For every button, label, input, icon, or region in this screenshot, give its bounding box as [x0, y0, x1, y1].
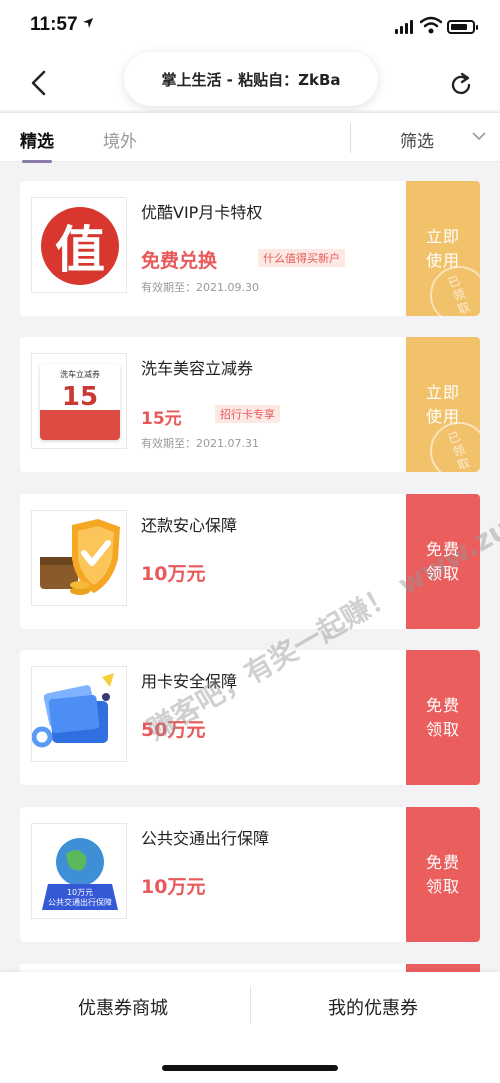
bottom-divider — [250, 986, 251, 1024]
nav-bar: 掌上生活 - 粘贴自：ZkBa — [0, 52, 500, 110]
coupon-tag: 招行卡专享 — [215, 405, 280, 423]
coupon-validity: 有效期至：2021.07.31 — [141, 437, 259, 450]
coupon-card[interactable]: 10万元 公共交通出行保障 公共交通出行保障 10万元 免费领取 — [20, 807, 480, 942]
claim-free-label: 免费领取 — [425, 852, 460, 896]
coupon-title: 还款安心保障 — [141, 516, 238, 535]
coupon-price: 15元 — [141, 409, 182, 429]
coupon-title: 优酷VIP月卡特权 — [141, 203, 263, 222]
card-security-icon — [32, 673, 114, 748]
chevron-down-icon[interactable] — [472, 131, 486, 141]
coupon-price: 免费兑换 — [141, 250, 218, 272]
status-bar: 11:57 — [0, 0, 500, 52]
coupon-card[interactable]: 洗车立减券 15 洗车美容立减券 15元 招行卡专享 有效期至：2021.07.… — [20, 337, 480, 472]
claim-free-button[interactable]: 免费领取 — [402, 494, 480, 629]
coupon-mall-tab[interactable]: 优惠券商城 — [78, 994, 168, 1020]
coupon-card[interactable]: 用卡安全保障 50万元 免费领取 — [20, 650, 480, 785]
back-chevron-icon[interactable] — [28, 70, 50, 96]
location-arrow-icon — [83, 18, 93, 28]
home-indicator — [162, 1065, 338, 1071]
coupon-thumbnail: 值 — [31, 197, 127, 293]
claim-free-button[interactable]: 免费领取 — [402, 650, 480, 785]
coupon-price: 50万元 — [141, 719, 206, 741]
refresh-icon[interactable] — [448, 72, 474, 98]
use-now-label: 立即使用 — [425, 382, 460, 426]
shield-chest-icon — [40, 519, 120, 595]
coupon-validity: 有效期至：2021.09.30 — [141, 281, 259, 294]
use-now-button[interactable]: 立即使用 已领取 — [402, 337, 480, 472]
battery-icon — [447, 20, 478, 34]
tab-overseas[interactable]: 境外 — [103, 127, 137, 152]
coupon-title: 用卡安全保障 — [141, 672, 238, 691]
coupon-price: 10万元 — [141, 876, 206, 898]
coupon-thumbnail: 洗车立减券 15 — [31, 353, 127, 449]
bottom-bar: 优惠券商城 我的优惠券 — [0, 972, 500, 1083]
claimed-stamp: 已领取 — [430, 422, 480, 472]
use-now-label: 立即使用 — [425, 226, 460, 270]
coupon-tag: 什么值得买新户 — [258, 249, 345, 267]
coupon-thumbnail: 10万元 公共交通出行保障 — [31, 823, 127, 919]
wifi-icon — [420, 16, 442, 34]
category-tabs: 精选 境外 筛选 — [0, 112, 500, 163]
car-wash-voucher-image: 洗车立减券 15 — [40, 364, 120, 440]
coupon-card[interactable]: 值 优酷VIP月卡特权 免费兑换 什么值得买新户 有效期至：2021.09.30… — [20, 181, 480, 316]
claimed-stamp: 已领取 — [430, 266, 480, 316]
coupon-price: 10万元 — [141, 563, 206, 585]
coupon-title: 公共交通出行保障 — [141, 829, 270, 848]
tab-divider — [350, 123, 351, 153]
claim-free-label: 免费领取 — [425, 539, 460, 583]
status-time: 11:57 — [30, 14, 78, 35]
my-coupons-tab[interactable]: 我的优惠券 — [328, 994, 418, 1020]
transit-banner-text: 10万元 公共交通出行保障 — [48, 888, 112, 907]
use-now-button[interactable]: 立即使用 已领取 — [402, 181, 480, 316]
coupon-thumbnail — [31, 510, 127, 606]
coupon-thumbnail — [31, 666, 127, 762]
page-title: 掌上生活 - 粘贴自：ZkBa — [124, 52, 378, 106]
tab-featured[interactable]: 精选 — [20, 127, 54, 163]
claim-free-label: 免费领取 — [425, 695, 460, 739]
coupon-title: 洗车美容立减券 — [141, 359, 254, 378]
smzdm-logo: 值 — [41, 207, 119, 285]
cellular-signal-icon — [395, 20, 413, 34]
claim-free-button[interactable]: 免费领取 — [402, 807, 480, 942]
filter-button[interactable]: 筛选 — [400, 127, 434, 152]
coupon-card[interactable]: 还款安心保障 10万元 免费领取 — [20, 494, 480, 629]
